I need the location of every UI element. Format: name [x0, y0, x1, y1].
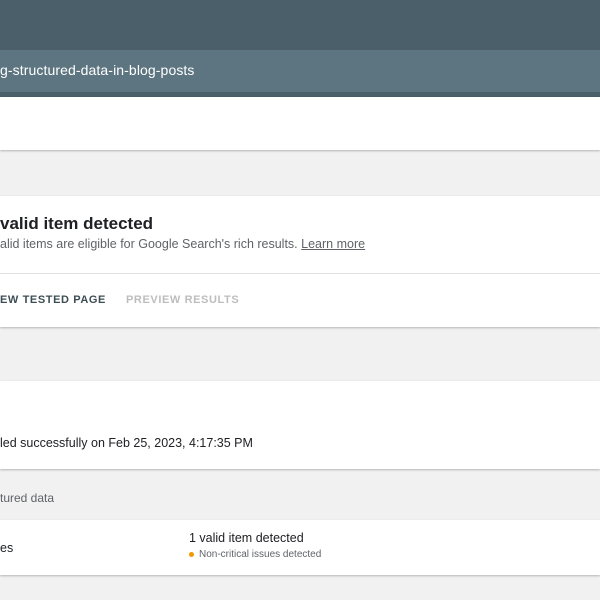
result-subtitle: alid items are eligible for Google Searc…: [0, 237, 365, 251]
row-warning-note: Non-critical issues detected: [189, 549, 321, 560]
url-bar: g-structured-data-in-blog-posts: [0, 50, 600, 92]
result-subtitle-text: alid items are eligible for Google Searc…: [0, 237, 298, 251]
row-warning-text: Non-critical issues detected: [199, 549, 322, 560]
row-type-label: es: [0, 541, 14, 555]
card-divider: [0, 273, 600, 274]
view-tested-page-button[interactable]: EW TESTED PAGE: [0, 294, 106, 306]
result-title: valid item detected: [0, 214, 154, 233]
structured-data-row[interactable]: es 1 valid item detected Non-critical is…: [0, 520, 600, 575]
warning-dot-icon: [189, 552, 194, 557]
result-actions: EW TESTED PAGE PREVIEW RESULTS: [0, 294, 239, 306]
result-summary-card: valid item detected alid items are eligi…: [0, 196, 600, 327]
learn-more-link[interactable]: Learn more: [301, 237, 365, 251]
row-status-text: 1 valid item detected: [189, 531, 304, 545]
crawl-status-card: led successfully on Feb 25, 2023, 4:17:3…: [0, 381, 600, 469]
top-blank-card: [0, 97, 600, 150]
structured-data-section-label: tured data: [0, 491, 55, 505]
crawl-status-text: led successfully on Feb 25, 2023, 4:17:3…: [0, 436, 253, 450]
app-header-bar: [0, 0, 600, 50]
tested-url-text: g-structured-data-in-blog-posts: [0, 62, 195, 78]
preview-results-button[interactable]: PREVIEW RESULTS: [126, 294, 239, 306]
